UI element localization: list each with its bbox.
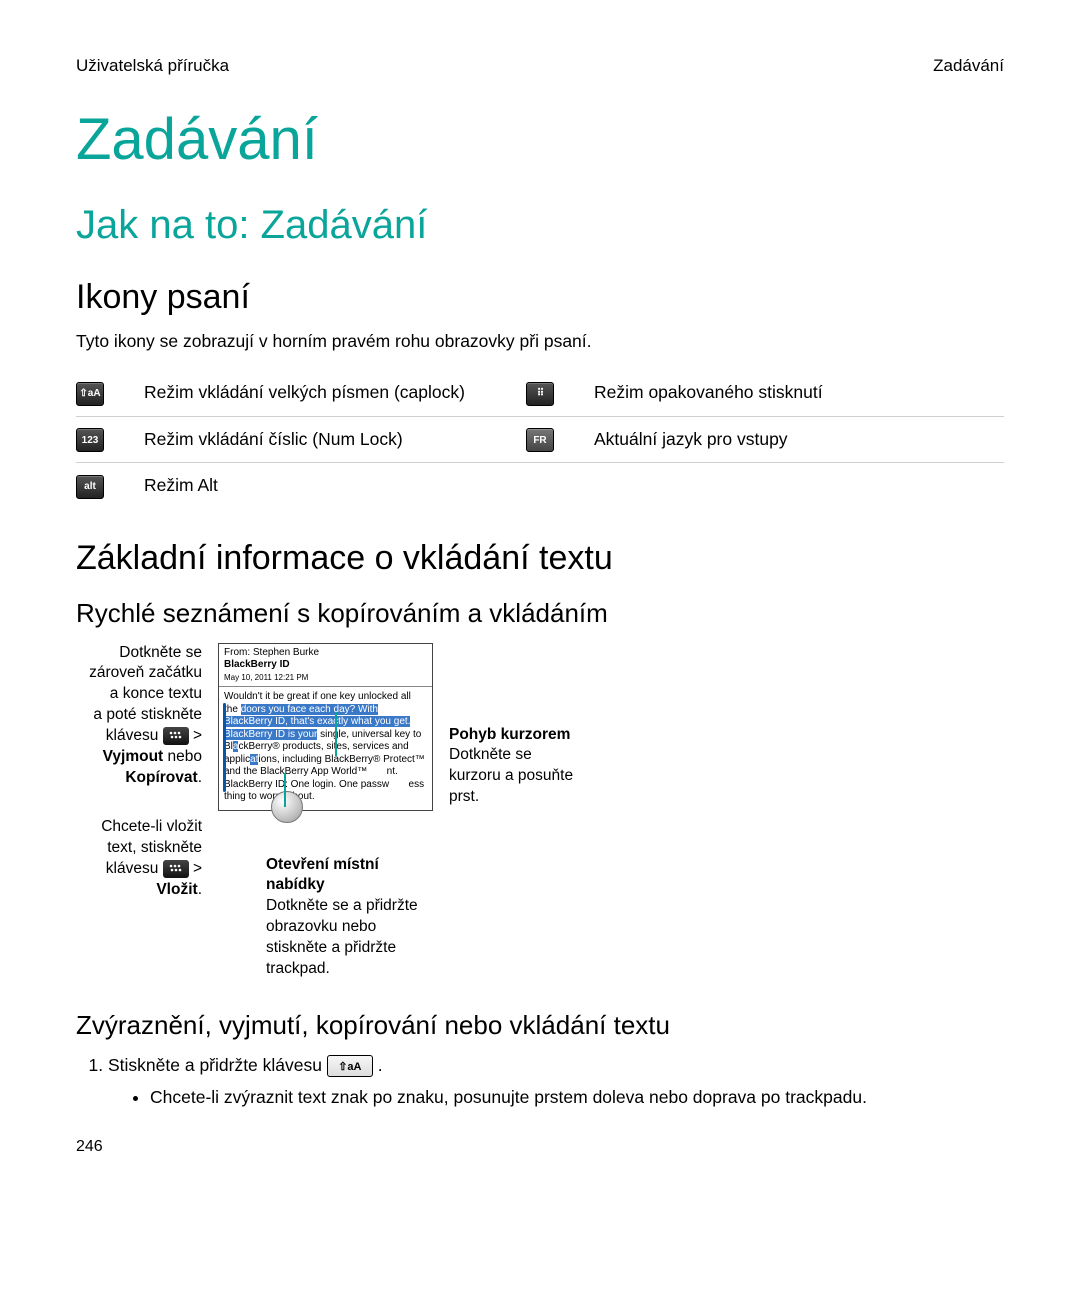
steps-list: Stiskněte a přidržte klávesu ⇧aA . Chcet… <box>76 1055 1004 1108</box>
section-heading: Jak na to: Zadávání <box>76 203 1004 248</box>
basics-heading: Základní informace o vkládání textu <box>76 539 1004 578</box>
numlock-icon: 123 <box>76 428 104 452</box>
header-left: Uživatelská příručka <box>76 56 229 76</box>
callout-line-icon <box>284 773 286 807</box>
selection-bar-icon <box>223 703 226 792</box>
header-right: Zadávání <box>933 56 1004 76</box>
figure-mid-caption: Otevření místní nabídky Dotkněte se a př… <box>218 855 433 981</box>
alt-icon: alt <box>76 475 104 499</box>
multitap-icon: ⠿ <box>526 382 554 406</box>
callout-line-icon <box>335 712 337 756</box>
figure-left-captions: Dotkněte se zároveň začátku a konce text… <box>76 643 202 929</box>
icon-label: Režim vkládání číslic (Num Lock) <box>144 416 526 463</box>
cursor-handle-icon <box>271 791 303 823</box>
list-item: Stiskněte a přidržte klávesu ⇧aA . Chcet… <box>108 1055 1004 1108</box>
header: Uživatelská příručka Zadávání <box>76 56 1004 76</box>
list-item: Chcete-li zvýraznit text znak po znaku, … <box>150 1087 1004 1108</box>
table-row: ⇧aA Režim vkládání velkých písmen (caplo… <box>76 370 1004 416</box>
page-number: 246 <box>76 1138 1004 1156</box>
icon-label: Režim vkládání velkých písmen (caplock) <box>144 370 526 416</box>
quick-heading: Rychlé seznámení s kopírováním a vkládán… <box>76 598 1004 629</box>
caplock-icon: ⇧aA <box>76 382 104 406</box>
icon-table: ⇧aA Režim vkládání velkých písmen (caplo… <box>76 370 1004 509</box>
table-row: alt Režim Alt <box>76 463 1004 509</box>
language-icon: FR <box>526 428 554 452</box>
copy-paste-figure: Dotkněte se zároveň začátku a konce text… <box>76 643 1004 981</box>
icons-intro: Tyto ikony se zobrazují v horním pravém … <box>76 331 1004 352</box>
icon-label: Režim opakovaného stisknutí <box>594 370 1004 416</box>
table-row: 123 Režim vkládání číslic (Num Lock) FR … <box>76 416 1004 463</box>
highlight-heading: Zvýraznění, vyjmutí, kopírování nebo vkl… <box>76 1010 1004 1041</box>
page-title: Zadávání <box>76 106 1004 173</box>
icon-label: Aktuální jazyk pro vstupy <box>594 416 1004 463</box>
menu-key-icon <box>163 727 189 745</box>
icons-heading: Ikony psaní <box>76 278 1004 317</box>
menu-key-icon <box>163 860 189 878</box>
figure-right-caption: Pohyb kurzorem Dotkněte se kurzoru a pos… <box>449 643 579 809</box>
figure-mail-mock: From: Stephen Burke BlackBerry ID May 10… <box>218 643 433 981</box>
icon-label: Režim Alt <box>144 463 526 509</box>
shift-aA-key-icon: ⇧aA <box>327 1055 373 1077</box>
